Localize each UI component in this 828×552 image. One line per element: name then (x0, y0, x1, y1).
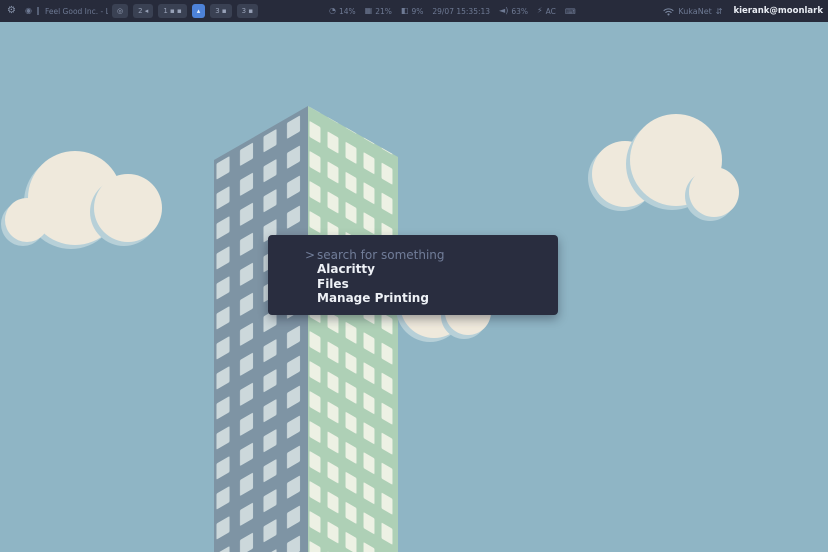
workspace-tag-5[interactable]: 3 ▪ (210, 4, 231, 18)
music-track-title: Feel Good Inc. - LIVE (45, 7, 108, 16)
workspace-tag-6[interactable]: 3 ▪ (237, 4, 258, 18)
power-value: AC (546, 7, 556, 16)
cpu-stat: ◔ 14% (329, 7, 356, 16)
wifi-ssid[interactable]: KukaNet (678, 7, 711, 16)
workspace-tag-3[interactable]: 1 ▪ ▪ (158, 4, 186, 18)
top-status-bar: ⚙ ◉ ‖ Feel Good Inc. - LIVE ◎ 2 ◂ 1 ▪ ▪ … (0, 0, 828, 22)
building (214, 106, 398, 552)
launcher-item-files[interactable]: Files (317, 277, 544, 291)
system-stats: ◔ 14% ▦ 21% ◧ 9% 29/07 15:35:13 ◄) 63% ⚡… (329, 0, 576, 22)
launcher-item-manage-printing[interactable]: Manage Printing (317, 291, 544, 305)
search-input[interactable]: > search for something (317, 248, 544, 262)
memory-icon: ▦ (365, 7, 373, 15)
workspace-tag-1[interactable]: ◎ (112, 4, 128, 18)
app-launcher: > search for something Alacritty Files M… (268, 235, 558, 315)
music-pause-icon[interactable]: ‖ (36, 7, 39, 15)
cpu-value: 14% (339, 7, 356, 16)
volume-stat[interactable]: ◄) 63% (499, 7, 528, 16)
music-widget: ◉ ‖ Feel Good Inc. - LIVE (25, 7, 108, 16)
disk-value: 9% (411, 7, 423, 16)
keyboard-icon[interactable]: ⌨ (565, 7, 576, 16)
memory-stat: ▦ 21% (365, 7, 392, 16)
volume-value: 63% (511, 7, 528, 16)
cpu-icon: ◔ (329, 7, 336, 15)
disk-icon: ◧ (401, 7, 409, 15)
gear-icon[interactable]: ⚙ (7, 6, 16, 16)
network-updown-icon: ⇵ (716, 7, 723, 16)
disk-stat: ◧ 9% (401, 7, 423, 16)
user-host-label: kierank@moonlark (733, 6, 823, 16)
launcher-item-alacritty[interactable]: Alacritty (317, 262, 544, 276)
workspace-tag-4[interactable]: ▴ (192, 4, 206, 18)
wifi-icon[interactable] (663, 7, 674, 16)
music-stop-icon[interactable]: ◉ (25, 7, 32, 15)
search-placeholder: search for something (317, 248, 445, 262)
workspace-taglist: ◎ 2 ◂ 1 ▪ ▪ ▴ 3 ▪ 3 ▪ (112, 4, 258, 18)
prompt-icon: > (305, 248, 315, 262)
memory-value: 21% (375, 7, 392, 16)
topbar-right: KukaNet ⇵ kierank@moonlark (663, 0, 823, 22)
speaker-icon: ◄) (499, 7, 508, 15)
power-stat: ⚡ AC (537, 7, 556, 16)
workspace-tag-2[interactable]: 2 ◂ (133, 4, 153, 18)
power-icon: ⚡ (537, 7, 543, 15)
clock: 29/07 15:35:13 (432, 7, 490, 16)
